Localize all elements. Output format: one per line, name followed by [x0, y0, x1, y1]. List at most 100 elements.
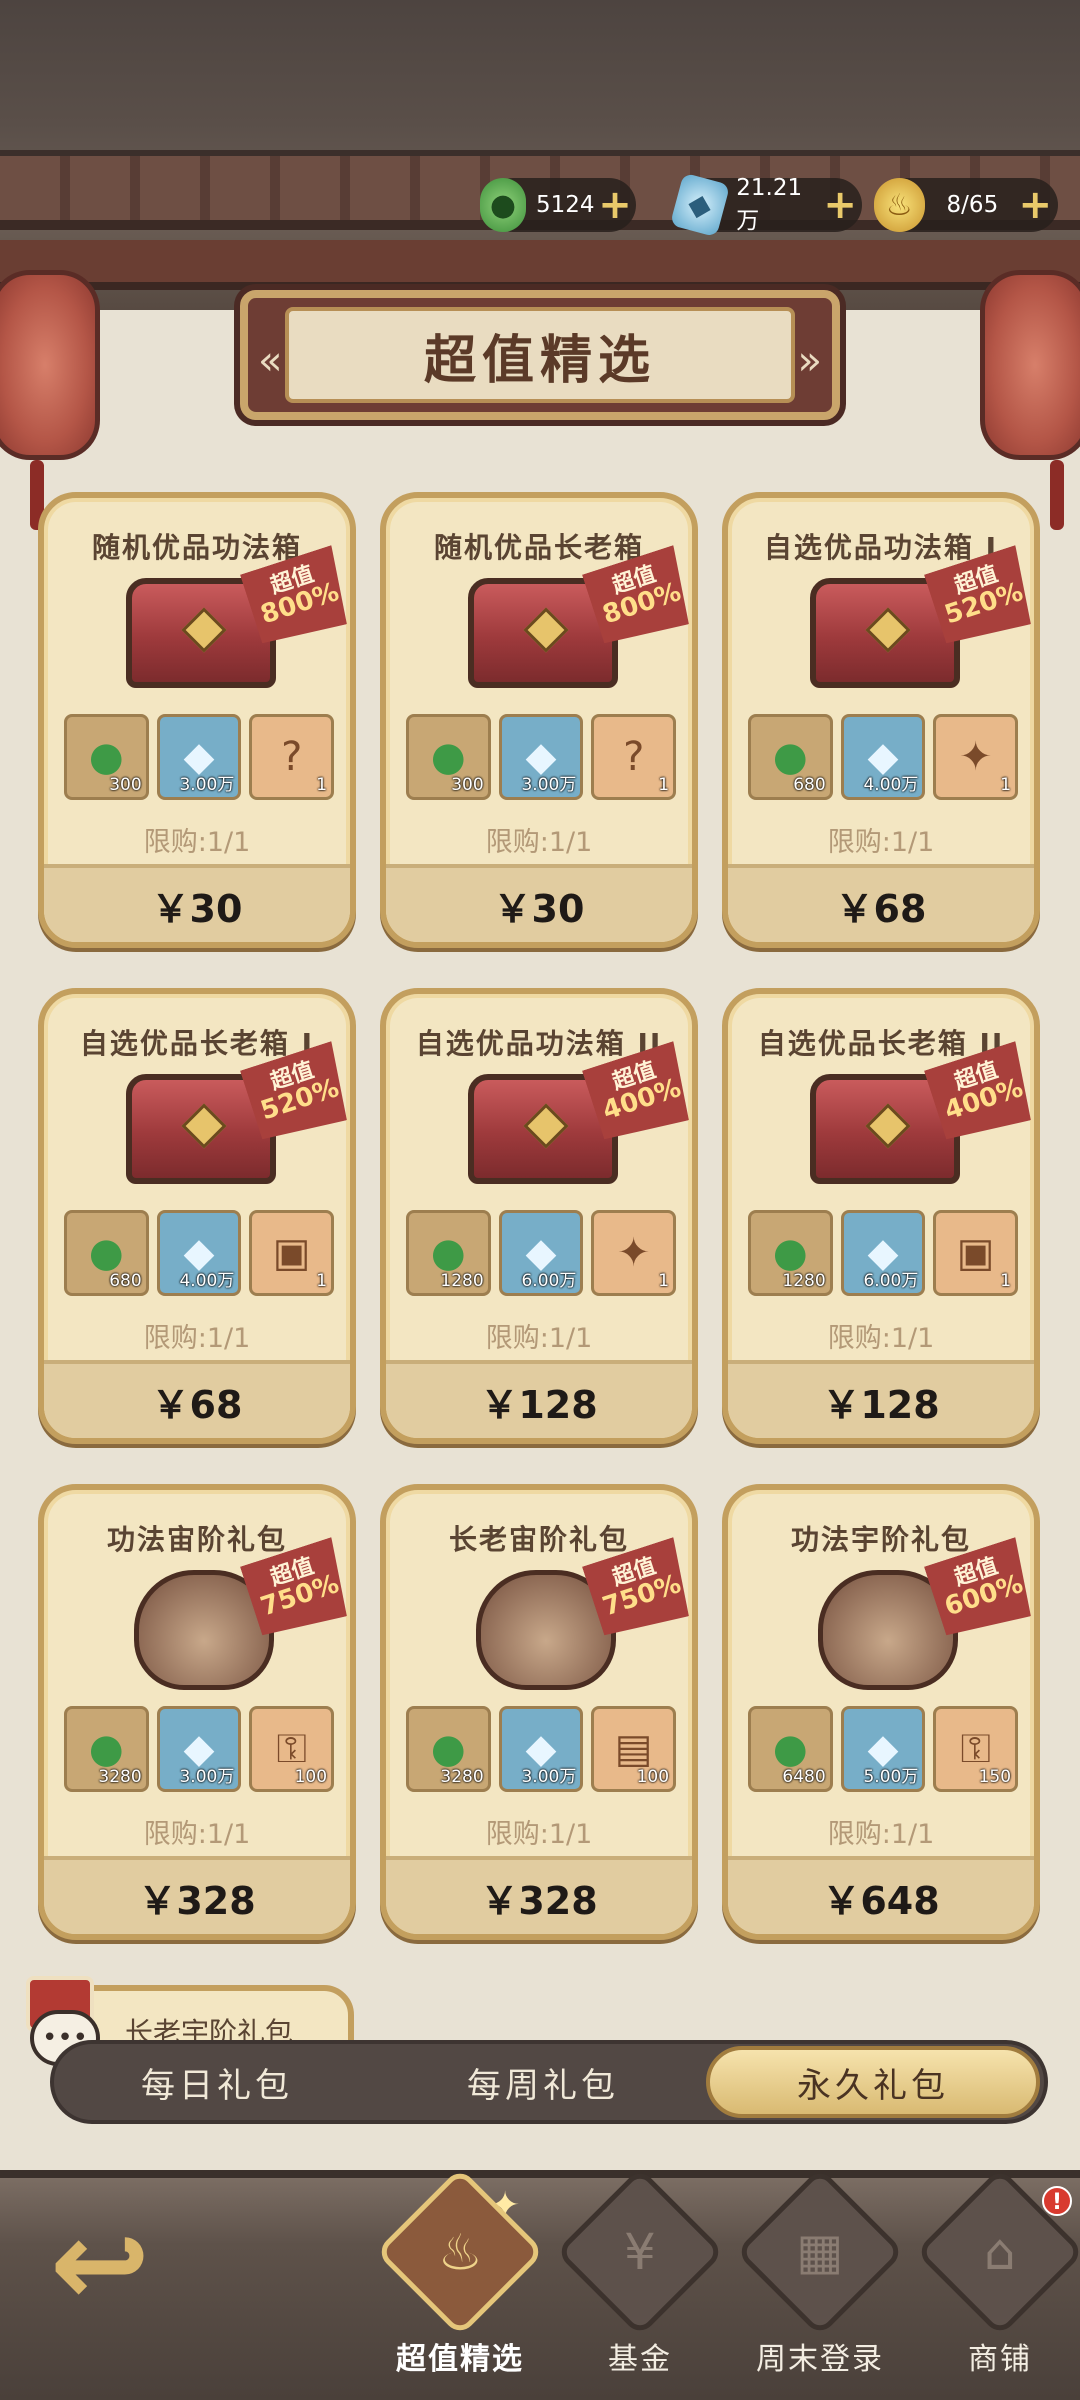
reward-qty: 1280	[782, 1271, 826, 1291]
reward-crate[interactable]: ▣ 1	[933, 1210, 1019, 1296]
offer-card[interactable]: 功法宙阶礼包 超值 750% ● 3280 ◆ 3.00万 ⚿ 100 限购:1/1 ￥…	[38, 1484, 356, 1940]
reward-crystal[interactable]: ◆ 3.00万	[156, 714, 242, 800]
buy-button[interactable]: ￥30	[386, 864, 692, 942]
reward-qty: 300	[109, 775, 142, 795]
currency-gold: ♨ 8/65 +	[874, 178, 1058, 232]
reward-qty: 3280	[440, 1767, 484, 1787]
purchase-limit: 限购:1/1	[485, 1819, 593, 1850]
tab-weekly-gifts[interactable]: 每周礼包	[380, 2046, 706, 2118]
purchase-limit: 限购:1/1	[485, 1323, 593, 1354]
reward-qty: 6480	[782, 1767, 826, 1787]
reward-qty: 680	[793, 775, 826, 795]
nav-item-fund[interactable]: ¥ 基金	[555, 2167, 725, 2390]
reward-qty: 1	[1000, 775, 1012, 795]
currency-gold-value: 8/65	[946, 192, 999, 218]
reward-items: ● 1280 ◆ 6.00万 ▣ 1	[748, 1210, 1019, 1296]
buy-button[interactable]: ￥328	[44, 1856, 350, 1934]
notification-badge: !	[1042, 2186, 1072, 2216]
reward-treasure-pile[interactable]: ✦ 1	[933, 714, 1019, 800]
reward-mystery-box[interactable]: ? 1	[249, 714, 335, 800]
roof-background	[0, 0, 1080, 310]
reward-qty: 3.00万	[521, 775, 577, 795]
buy-button[interactable]: ￥128	[386, 1360, 692, 1438]
reward-crystal[interactable]: ◆ 4.00万	[840, 714, 926, 800]
jade-icon: ●	[88, 1230, 124, 1276]
gold-icon: ♨	[874, 178, 925, 232]
buy-button[interactable]: ￥648	[728, 1856, 1034, 1934]
tab-permanent-gifts[interactable]: 永久礼包	[706, 2046, 1040, 2118]
reward-treasure-pile[interactable]: ✦ 1	[591, 1210, 677, 1296]
reward-items: ● 3280 ◆ 3.00万 ⚿ 100	[64, 1706, 335, 1792]
reward-items: ● 300 ◆ 3.00万 ? 1	[64, 714, 335, 800]
reward-jade[interactable]: ● 1280	[748, 1210, 833, 1296]
reward-qty: 4.00万	[863, 775, 919, 795]
plaque-left-ornament-icon: «	[258, 338, 283, 384]
reward-qty: 1	[658, 775, 670, 795]
purchase-limit: 限购:1/1	[485, 827, 593, 858]
reward-crystal[interactable]: ◆ 6.00万	[498, 1210, 584, 1296]
offer-card[interactable]: 随机优品长老箱 超值 800% ● 300 ◆ 3.00万 ? 1 限购:1/1 ￥30	[380, 492, 698, 948]
reward-crystal[interactable]: ◆ 5.00万	[840, 1706, 926, 1792]
reward-items: ● 1280 ◆ 6.00万 ✦ 1	[406, 1210, 677, 1296]
reward-crystal[interactable]: ◆ 4.00万	[156, 1210, 242, 1296]
reward-items: ● 300 ◆ 3.00万 ? 1	[406, 714, 677, 800]
offer-card[interactable]: 自选优品功法箱 II 超值 400% ● 1280 ◆ 6.00万 ✦ 1 限购:1/1…	[380, 988, 698, 1444]
buy-button[interactable]: ￥30	[44, 864, 350, 942]
offer-card[interactable]: 自选优品长老箱 II 超值 400% ● 1280 ◆ 6.00万 ▣ 1 限购:1/1…	[722, 988, 1040, 1444]
reward-crate[interactable]: ▣ 1	[249, 1210, 335, 1296]
reward-jade[interactable]: ● 6480	[748, 1706, 833, 1792]
reward-key[interactable]: ⚿ 100	[249, 1706, 335, 1792]
currency-crystal-add-button[interactable]: +	[822, 185, 858, 225]
nav-label: 基金	[608, 2342, 672, 2377]
currency-jade-add-button[interactable]: +	[598, 185, 632, 225]
back-arrow-icon[interactable]: ↩	[30, 2195, 170, 2335]
reward-qty: 1	[316, 775, 328, 795]
nav-item-weekend-login[interactable]: ▦ 周末登录	[735, 2167, 905, 2390]
reward-jade[interactable]: ● 300	[406, 714, 491, 800]
reward-qty: 100	[294, 1767, 328, 1787]
reward-crystal[interactable]: ◆ 3.00万	[498, 714, 584, 800]
reward-mystery-box[interactable]: ? 1	[591, 714, 677, 800]
reward-qty: 6.00万	[521, 1271, 577, 1291]
reward-qty: 3.00万	[179, 775, 235, 795]
reward-items: ● 680 ◆ 4.00万 ✦ 1	[748, 714, 1019, 800]
key-icon: ⚿	[960, 1726, 991, 1772]
reward-qty: 680	[109, 1271, 142, 1291]
jade-icon: ●	[480, 178, 526, 232]
offer-card[interactable]: 自选优品长老箱 I 超值 520% ● 680 ◆ 4.00万 ▣ 1 限购:1/1 ￥…	[38, 988, 356, 1444]
buy-button[interactable]: ￥68	[44, 1360, 350, 1438]
reward-ticket[interactable]: ▤ 100	[591, 1706, 677, 1792]
currency-crystal: ◆ 21.21万 +	[669, 172, 862, 238]
tab-daily-gifts[interactable]: 每日礼包	[54, 2046, 380, 2118]
treasure-pile-icon: ✦	[616, 1230, 651, 1276]
offer-card[interactable]: 功法宇阶礼包 超值 600% ● 6480 ◆ 5.00万 ⚿ 150 限购:1/1 ￥…	[722, 1484, 1040, 1940]
offer-card[interactable]: 长老宙阶礼包 超值 750% ● 3280 ◆ 3.00万 ▤ 100 限购:1/1 ￥…	[380, 1484, 698, 1940]
nav-item-shop[interactable]: ⌂ 商铺 !	[915, 2167, 1080, 2390]
reward-jade[interactable]: ● 3280	[406, 1706, 491, 1792]
reward-qty: 3.00万	[521, 1767, 577, 1787]
reward-crystal[interactable]: ◆ 3.00万	[156, 1706, 242, 1792]
nav-label: 商铺	[968, 2342, 1032, 2377]
reward-crystal[interactable]: ◆ 6.00万	[840, 1210, 926, 1296]
plaque-right-ornament-icon: »	[797, 338, 822, 384]
jade-icon: ●	[772, 1726, 808, 1772]
purchase-limit: 限购:1/1	[827, 1819, 935, 1850]
reward-crystal[interactable]: ◆ 3.00万	[498, 1706, 584, 1792]
reward-jade[interactable]: ● 680	[748, 714, 833, 800]
reward-jade[interactable]: ● 300	[64, 714, 149, 800]
buy-button[interactable]: ￥128	[728, 1360, 1034, 1438]
currency-crystal-value: 21.21万	[736, 175, 803, 234]
purchase-limit: 限购:1/1	[827, 827, 935, 858]
buy-button[interactable]: ￥328	[386, 1856, 692, 1934]
currency-gold-add-button[interactable]: +	[1017, 185, 1054, 225]
reward-key[interactable]: ⚿ 150	[933, 1706, 1019, 1792]
reward-jade[interactable]: ● 3280	[64, 1706, 149, 1792]
offer-card[interactable]: 自选优品功法箱 I 超值 520% ● 680 ◆ 4.00万 ✦ 1 限购:1/1 ￥…	[722, 492, 1040, 948]
buy-button[interactable]: ￥68	[728, 864, 1034, 942]
reward-jade[interactable]: ● 680	[64, 1210, 149, 1296]
nav-label: 周末登录	[756, 2342, 884, 2377]
reward-jade[interactable]: ● 1280	[406, 1210, 491, 1296]
offer-card[interactable]: 随机优品功法箱 超值 800% ● 300 ◆ 3.00万 ? 1 限购:1/1 ￥30	[38, 492, 356, 948]
treasure-pile-icon: ✦	[958, 734, 993, 780]
nav-item-premium-picks[interactable]: ♨ 超值精选	[375, 2167, 545, 2390]
